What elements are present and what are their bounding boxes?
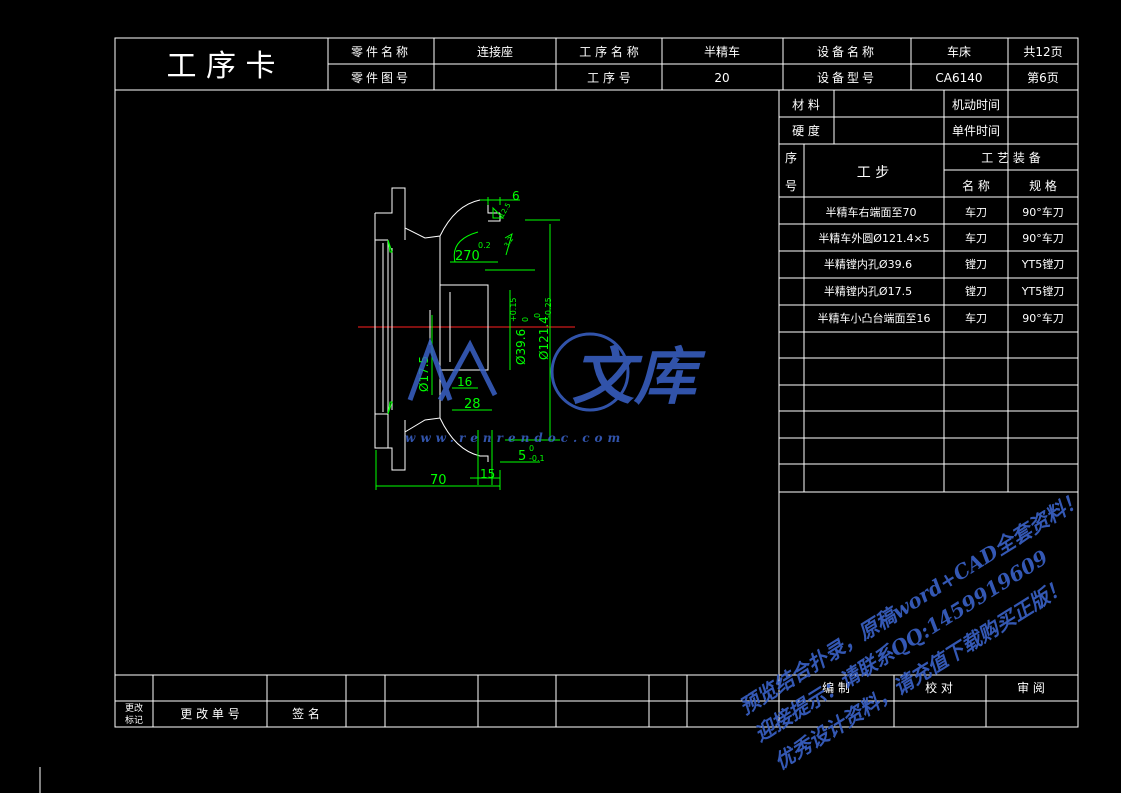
material-label: 材 料 [792,98,820,112]
change-mark-label-bottom: 标记 [125,714,143,726]
equip-name-value: 车床 [947,44,971,59]
step-tool: 车刀 [965,231,987,245]
dim-6: 6 [512,189,520,203]
part-outline [374,187,501,471]
page-number: 第6页 [1027,71,1059,85]
step-description: 半精镗内孔Ø17.5 [824,284,912,298]
part-name-value: 连接座 [477,44,513,59]
dim-121-4-tolerance-lower: -0.25 [544,297,553,318]
dim-121-4-tolerance-upper: 0 [533,313,542,318]
dim-39-6-tolerance-upper: +0.15 [509,297,518,322]
total-pages: 共12页 [1023,45,1062,59]
part-name-label: 零件名称 [351,44,411,59]
step-description: 半精镗内孔Ø39.6 [824,257,912,271]
watermark-logo-text: 文库 [572,340,706,413]
equip-name-label: 设备名称 [817,44,877,59]
hardness-label: 硬 度 [792,123,820,138]
dim-5-tolerance-lower: -0.1 [529,454,545,463]
dim-15: 15 [480,467,495,481]
dim-39-6-tolerance-lower: 0 [521,317,530,322]
dim-5-tolerance-upper: 0 [529,444,534,453]
equip-header: 工 艺 装 备 [981,151,1040,165]
seq-label-bottom: 号 [785,179,797,193]
step-row: 半精车右端面至70 车刀 90°车刀 [826,205,1064,219]
change-no-label: 更 改 单 号 [180,707,239,721]
sign-label: 签 名 [292,706,320,721]
watermark-url: www.renrendoc.com [405,431,625,445]
tool-spec-header: 规 格 [1029,178,1057,193]
op-no-label: 工 序 号 [587,70,631,85]
dim-270: 270 [455,249,480,264]
step-tool-spec: 90°车刀 [1022,311,1064,325]
step-description: 半精车外圆Ø121.4×5 [818,231,929,245]
inner-section [391,228,406,432]
step-tool-spec: YT5镗刀 [1021,257,1064,271]
step-tool: 镗刀 [965,284,987,298]
dim-16: 16 [457,375,472,389]
machine-time-label: 机动时间 [952,98,1000,112]
dim-28: 28 [464,397,481,412]
equip-model-value: CA6140 [935,71,982,85]
watermark-text-block: 预览结合扑录，原稿word+CAD全套资料！ 迎接提示：请联系QQ:145991… [735,487,1087,775]
dim-70: 70 [430,473,447,488]
dim-270-tolerance: 0.2 [478,241,491,250]
step-tool-spec: 90°车刀 [1022,205,1064,219]
step-header: 工 步 [857,165,889,181]
step-tool-spec: YT5镗刀 [1021,284,1064,298]
card-title: 工 序 卡 [166,49,275,84]
op-name-label: 工 序 名 称 [579,44,638,59]
step-tool: 镗刀 [965,257,987,271]
dim-121-4: Ø121.4 [537,316,551,360]
step-tool: 车刀 [965,311,987,325]
equip-model-label: 设备型号 [817,71,877,85]
tool-name-header: 名 称 [962,178,990,193]
step-tool-spec: 90°车刀 [1022,231,1064,245]
roughness-3-2: 3.2 [503,235,515,249]
step-row: 半精车小凸台端面至16 车刀 90°车刀 [818,311,1064,325]
step-row: 半精车外圆Ø121.4×5 车刀 90°车刀 [818,231,1063,245]
unit-time-label: 单件时间 [952,124,1000,138]
step-tool: 车刀 [965,205,987,219]
review-label: 审 阅 [1017,680,1045,695]
seq-label-top: 序 [785,150,797,165]
op-name-value: 半精车 [704,44,740,59]
op-no-value: 20 [714,71,729,85]
watermark-line-2: 迎接提示：请联系QQ:1459919609 [750,545,1052,746]
step-description: 半精车右端面至70 [826,205,917,219]
dim-39-6: Ø39.6 [514,329,528,365]
step-description: 半精车小凸台端面至16 [818,311,931,325]
dim-5: 5 [518,449,526,464]
part-no-label: 零件图号 [351,71,411,85]
change-mark-label-top: 更改 [125,702,143,714]
